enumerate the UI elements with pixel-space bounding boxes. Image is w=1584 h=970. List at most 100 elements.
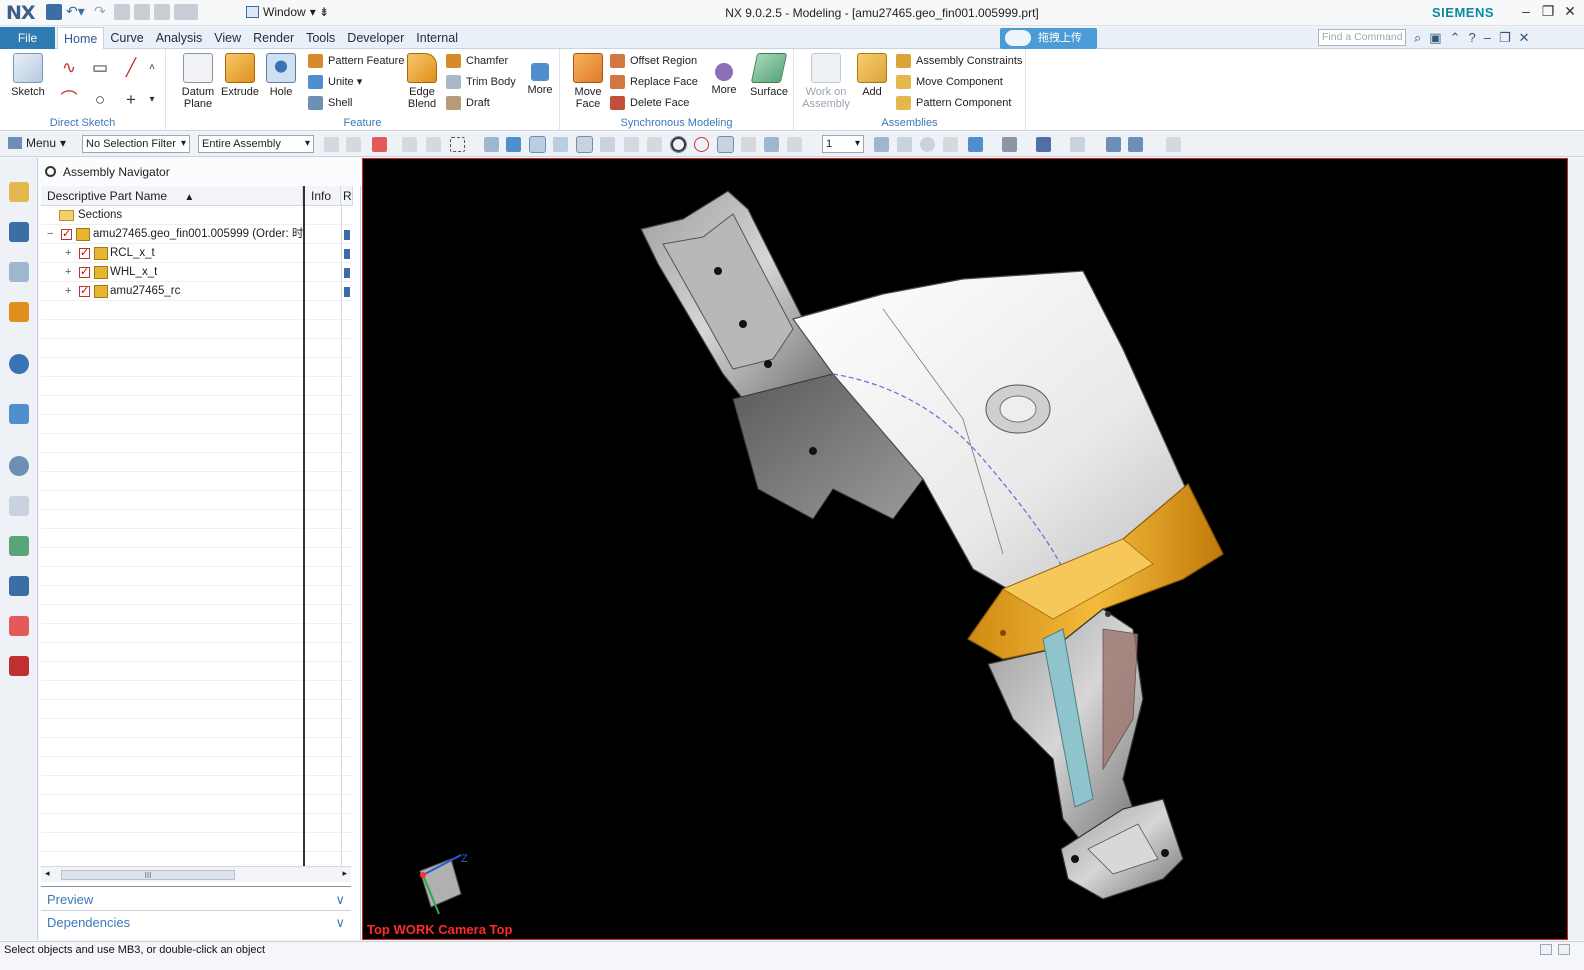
extrude-button[interactable]: Extrude: [218, 53, 262, 98]
selection-scope-select[interactable]: Entire Assembly: [198, 135, 314, 153]
graphics-window[interactable]: Z Top WORK Camera Top: [362, 158, 1568, 940]
collapse-icon[interactable]: −: [47, 225, 56, 244]
body-select-icon[interactable]: [506, 137, 521, 152]
history-icon[interactable]: [9, 456, 29, 476]
point-on-curve-icon[interactable]: [741, 137, 756, 152]
end-point-icon[interactable]: [600, 137, 615, 152]
column-divider[interactable]: [303, 186, 305, 866]
help-icon[interactable]: ?: [1468, 30, 1475, 46]
dependencies-panel-header[interactable]: Dependencies ∨: [47, 913, 347, 933]
deselect-icon[interactable]: [426, 137, 441, 152]
quadrant-icon[interactable]: [694, 137, 709, 152]
unite-button[interactable]: Unite ▾: [308, 73, 362, 91]
preview-panel-header[interactable]: Preview ∨: [47, 890, 347, 910]
close-doc-icon[interactable]: ✕: [1519, 30, 1530, 46]
sketch-button[interactable]: Sketch: [6, 53, 50, 98]
pan-icon[interactable]: [943, 137, 958, 152]
minimize-button[interactable]: –: [1518, 3, 1534, 20]
palette-icon[interactable]: [9, 656, 29, 676]
redo-icon[interactable]: ↷: [94, 4, 110, 20]
column-header-r[interactable]: R: [341, 186, 353, 206]
scrollbar-thumb[interactable]: III: [61, 870, 235, 880]
tab-tools[interactable]: Tools: [300, 27, 341, 49]
orient-view-icon[interactable]: [968, 137, 983, 152]
part-navigator-icon[interactable]: [9, 262, 29, 282]
navigator-horizontal-scrollbar[interactable]: ◂ III ▸: [41, 866, 351, 882]
line-icon[interactable]: ╱: [120, 57, 142, 79]
tree-row-component[interactable]: + WHL_x_t: [65, 263, 157, 282]
trim-body-button[interactable]: Trim Body: [446, 73, 516, 91]
close-button[interactable]: ✕: [1562, 3, 1578, 20]
hole-button[interactable]: Hole: [259, 53, 303, 98]
rectangle-icon[interactable]: ▭: [89, 57, 111, 79]
point-on-surface-icon[interactable]: [764, 137, 779, 152]
shell-button[interactable]: Shell: [308, 94, 352, 112]
process-studio-icon[interactable]: [9, 496, 29, 516]
tab-internal[interactable]: Internal: [410, 27, 464, 49]
expand-icon[interactable]: +: [65, 244, 74, 263]
tab-home[interactable]: Home: [57, 27, 105, 49]
point-icon[interactable]: +: [120, 89, 142, 111]
layout-icon[interactable]: ▣: [1429, 30, 1441, 46]
roles-icon[interactable]: [9, 576, 29, 596]
restore-doc-icon[interactable]: ❐: [1499, 30, 1511, 46]
save-icon[interactable]: [46, 4, 62, 20]
curve-snap-icon[interactable]: [576, 136, 593, 153]
filter-icon[interactable]: [324, 137, 339, 152]
replace-face-button[interactable]: Replace Face: [610, 73, 698, 91]
find-command-input[interactable]: Find a Command: [1318, 29, 1406, 46]
gallery-more-icon[interactable]: ▾: [146, 89, 158, 111]
pattern-component-button[interactable]: Pattern Component: [896, 94, 1011, 112]
surface-button[interactable]: Surface: [747, 53, 791, 98]
gear-icon[interactable]: [45, 166, 56, 177]
existing-point-icon[interactable]: [717, 136, 734, 153]
upload-button[interactable]: 拖拽上传: [1000, 28, 1097, 49]
search-icon[interactable]: ⌕: [1414, 30, 1421, 46]
circle-icon[interactable]: ○: [89, 89, 111, 111]
restore-button[interactable]: ❐: [1540, 3, 1556, 20]
sync-more-button[interactable]: More: [702, 53, 746, 96]
tab-view[interactable]: View: [208, 27, 247, 49]
measure-icon[interactable]: [1166, 137, 1181, 152]
visibility-checkbox[interactable]: [61, 225, 72, 244]
repeat-command-icon[interactable]: [174, 4, 198, 20]
visibility-checkbox[interactable]: [79, 282, 90, 301]
delete-face-button[interactable]: Delete Face: [610, 94, 689, 112]
tab-curve[interactable]: Curve: [104, 27, 149, 49]
tree-row-root-assembly[interactable]: − amu27465.geo_fin001.005999 (Order: 时..…: [47, 225, 305, 244]
tree-row-component[interactable]: + RCL_x_t: [65, 244, 155, 263]
system-scenes-icon[interactable]: [9, 616, 29, 636]
tab-developer[interactable]: Developer: [341, 27, 410, 49]
show-hide-icon[interactable]: [1128, 137, 1143, 152]
mid-point-icon[interactable]: [624, 137, 639, 152]
reuse-library-icon[interactable]: [9, 302, 29, 322]
select-all-icon[interactable]: [402, 137, 417, 152]
layer-select[interactable]: 1: [822, 135, 864, 153]
chamfer-button[interactable]: Chamfer: [446, 52, 508, 70]
move-component-button[interactable]: Move Component: [896, 73, 1003, 91]
paste-icon[interactable]: [154, 4, 170, 20]
draft-button[interactable]: Draft: [446, 94, 490, 112]
profile-icon[interactable]: ∿: [58, 57, 80, 79]
cut-icon[interactable]: [114, 4, 130, 20]
rotate-icon[interactable]: [920, 137, 935, 152]
zoom-icon[interactable]: [897, 137, 912, 152]
feature-more-button[interactable]: More: [518, 53, 562, 96]
arc-center-icon[interactable]: [670, 136, 687, 153]
assembly-select-icon[interactable]: [553, 137, 568, 152]
constraint-navigator-icon[interactable]: [9, 222, 29, 242]
work-layer-icon[interactable]: [1106, 137, 1121, 152]
fullscreen-icon[interactable]: [1558, 944, 1570, 955]
menu-button[interactable]: Menu ▾: [8, 136, 66, 150]
visibility-checkbox[interactable]: [79, 244, 90, 263]
file-tab[interactable]: File: [0, 27, 55, 49]
tab-render[interactable]: Render: [247, 27, 300, 49]
tab-analysis[interactable]: Analysis: [150, 27, 209, 49]
snap-icon[interactable]: [346, 137, 361, 152]
window-menu[interactable]: Window ▾ ⇟: [246, 5, 329, 19]
component-select-icon[interactable]: [529, 136, 546, 153]
move-face-button[interactable]: Move Face: [566, 53, 610, 110]
scroll-right-icon[interactable]: ▸: [342, 868, 347, 879]
expand-icon[interactable]: +: [65, 263, 74, 282]
column-header-info[interactable]: Info: [305, 186, 341, 206]
